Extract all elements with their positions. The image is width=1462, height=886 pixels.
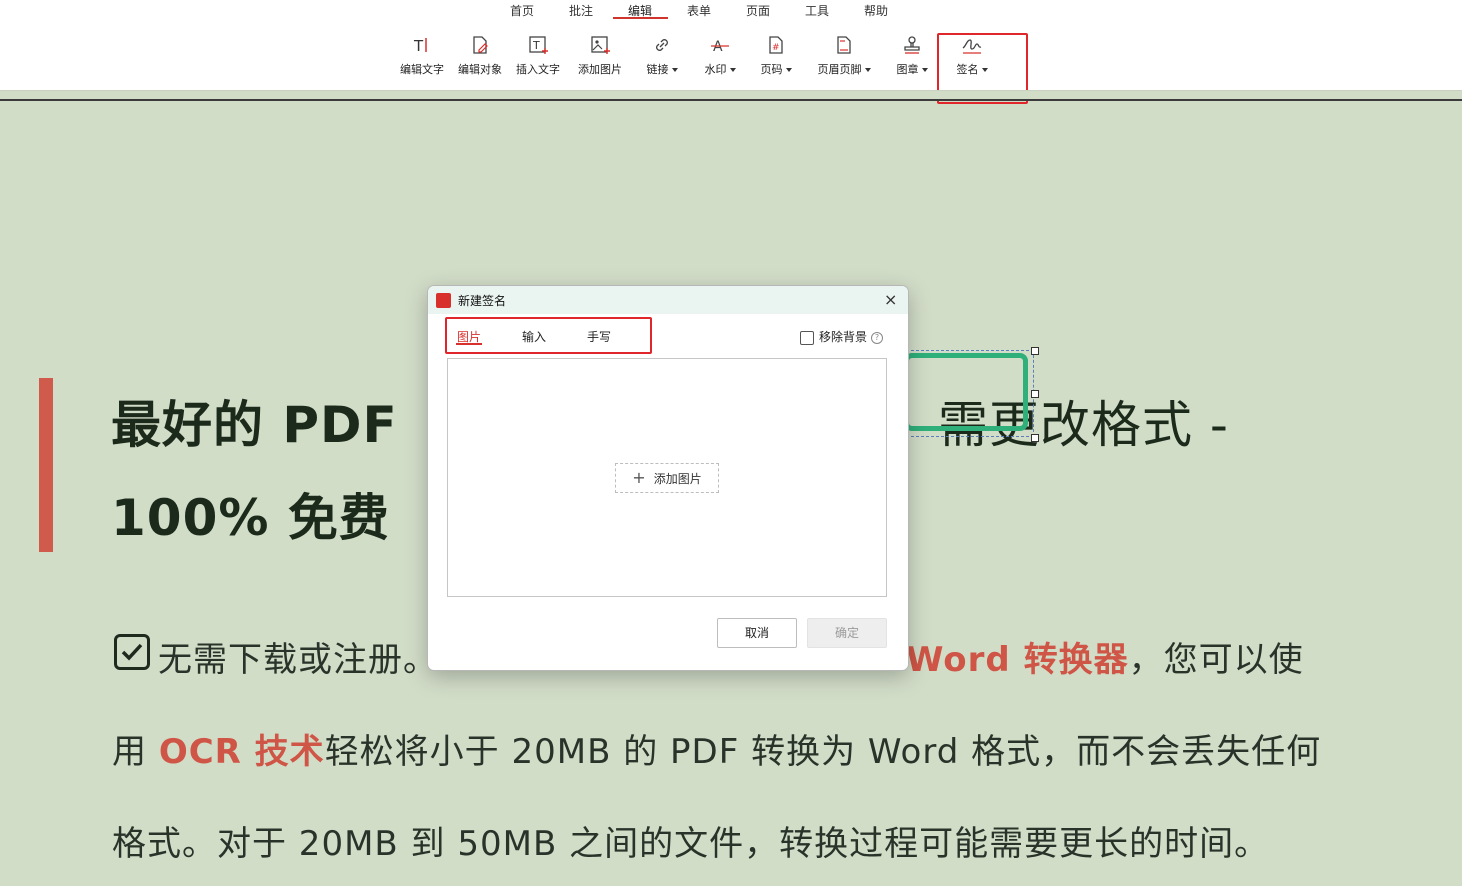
page-number-button[interactable]: # 页码	[746, 34, 806, 77]
insert-text-icon: T	[529, 36, 548, 54]
app-logo-icon	[436, 293, 451, 308]
header-footer-icon	[837, 36, 851, 54]
svg-text:T: T	[532, 39, 540, 52]
checkbox-icon	[114, 634, 150, 670]
add-image-button[interactable]: 添加图片	[570, 34, 630, 77]
menu-comment[interactable]: 批注	[569, 2, 593, 19]
headline-line1-left: 最好的 PDF	[111, 396, 398, 454]
chevron-down-icon	[729, 68, 736, 72]
watermark-label: 水印	[704, 63, 727, 76]
header-footer-button[interactable]: 页眉页脚	[808, 34, 880, 77]
paragraph-line2-post: 轻松将小于 20MB 的 PDF 转换为 Word 格式，而不会丢失任何	[324, 732, 1322, 772]
paragraph-line1-tail: ，您可以使	[1128, 640, 1304, 680]
dialog-titlebar: 新建签名 ×	[428, 286, 908, 314]
paragraph-line2: 用 OCR 技术轻松将小于 20MB 的 PDF 转换为 Word 格式，而不会…	[112, 724, 1321, 773]
resize-handle[interactable]	[1031, 347, 1039, 355]
watermark-icon: A	[711, 39, 729, 55]
menu-form[interactable]: 表单	[687, 2, 711, 19]
chevron-down-icon	[864, 68, 871, 72]
paragraph-line1-right: Word 转换器，您可以使	[906, 632, 1304, 681]
ocr-link[interactable]: OCR 技术	[159, 732, 325, 772]
stamp-button[interactable]: 图章	[882, 34, 942, 77]
signature-selection-box[interactable]	[906, 350, 1034, 437]
edit-object-button[interactable]: 编辑对象	[450, 34, 510, 77]
header-footer-label: 页眉页脚	[817, 63, 862, 76]
menu-home[interactable]: 首页	[510, 2, 534, 19]
insert-text-button[interactable]: T 插入文字	[508, 34, 568, 77]
add-image-label: 添加图片	[578, 63, 622, 76]
menu-tools[interactable]: 工具	[805, 2, 829, 19]
svg-text:T: T	[413, 37, 424, 55]
page-number-label: 页码	[760, 63, 783, 76]
headline-line2: 100% 免费	[111, 489, 390, 547]
word-converter-link[interactable]: Word 转换器	[906, 640, 1129, 680]
edit-object-label: 编辑对象	[458, 63, 502, 76]
paragraph-line2-pre: 用	[112, 732, 159, 772]
chevron-down-icon	[671, 68, 678, 72]
cancel-button[interactable]: 取消	[717, 618, 797, 648]
stamp-icon	[904, 36, 920, 54]
link-button[interactable]: 链接	[632, 34, 692, 77]
chevron-down-icon	[785, 68, 792, 72]
edit-text-button[interactable]: T 编辑文字	[392, 34, 452, 77]
help-icon[interactable]: ?	[871, 331, 884, 344]
paragraph-line1-left: 无需下载或注册。	[158, 640, 438, 680]
add-image-dialog-label: 添加图片	[653, 472, 702, 486]
edit-text-label: 编辑文字	[400, 63, 444, 76]
top-toolbar: 首页 批注 编辑 表单 页面 工具 帮助 T 编辑文字 编辑对象 T 插入文字	[0, 0, 1462, 90]
chevron-down-icon	[921, 68, 928, 72]
heading-accent-bar	[39, 378, 53, 552]
svg-text:#: #	[772, 43, 780, 53]
page-number-icon: #	[769, 36, 783, 54]
remove-background-checkbox[interactable]	[800, 330, 814, 345]
menu-page[interactable]: 页面	[746, 2, 770, 19]
menu-help[interactable]: 帮助	[864, 2, 888, 19]
stamp-label: 图章	[896, 63, 919, 76]
link-label: 链接	[646, 63, 669, 76]
svg-text:A: A	[713, 39, 723, 55]
insert-text-label: 插入文字	[516, 63, 560, 76]
paragraph-line3: 格式。对于 20MB 到 50MB 之间的文件，转换过程可能需要更长的时间。	[112, 824, 1270, 864]
edit-text-icon: T	[413, 37, 427, 55]
remove-background-label: 移除背景	[819, 330, 868, 344]
toolbar-bottom-border	[0, 99, 1462, 101]
image-drop-area[interactable]: + 添加图片	[447, 358, 887, 597]
remove-background-option[interactable]: 移除背景?	[800, 328, 884, 345]
add-image-dialog-button[interactable]: + 添加图片	[615, 463, 719, 493]
edit-object-icon	[473, 36, 488, 54]
resize-handle[interactable]	[1031, 434, 1039, 442]
tabs-highlight-box	[445, 317, 652, 354]
close-icon[interactable]: ×	[884, 290, 897, 309]
resize-handle[interactable]	[1031, 390, 1039, 398]
add-image-icon	[591, 36, 610, 54]
dialog-title: 新建签名	[458, 294, 507, 308]
plus-icon: +	[632, 468, 646, 487]
watermark-button[interactable]: A 水印	[690, 34, 750, 77]
main-menu: 首页 批注 编辑 表单 页面 工具 帮助	[0, 0, 1462, 20]
menu-active-indicator	[613, 17, 668, 19]
confirm-button[interactable]: 确定	[807, 618, 887, 648]
link-icon	[656, 39, 668, 51]
